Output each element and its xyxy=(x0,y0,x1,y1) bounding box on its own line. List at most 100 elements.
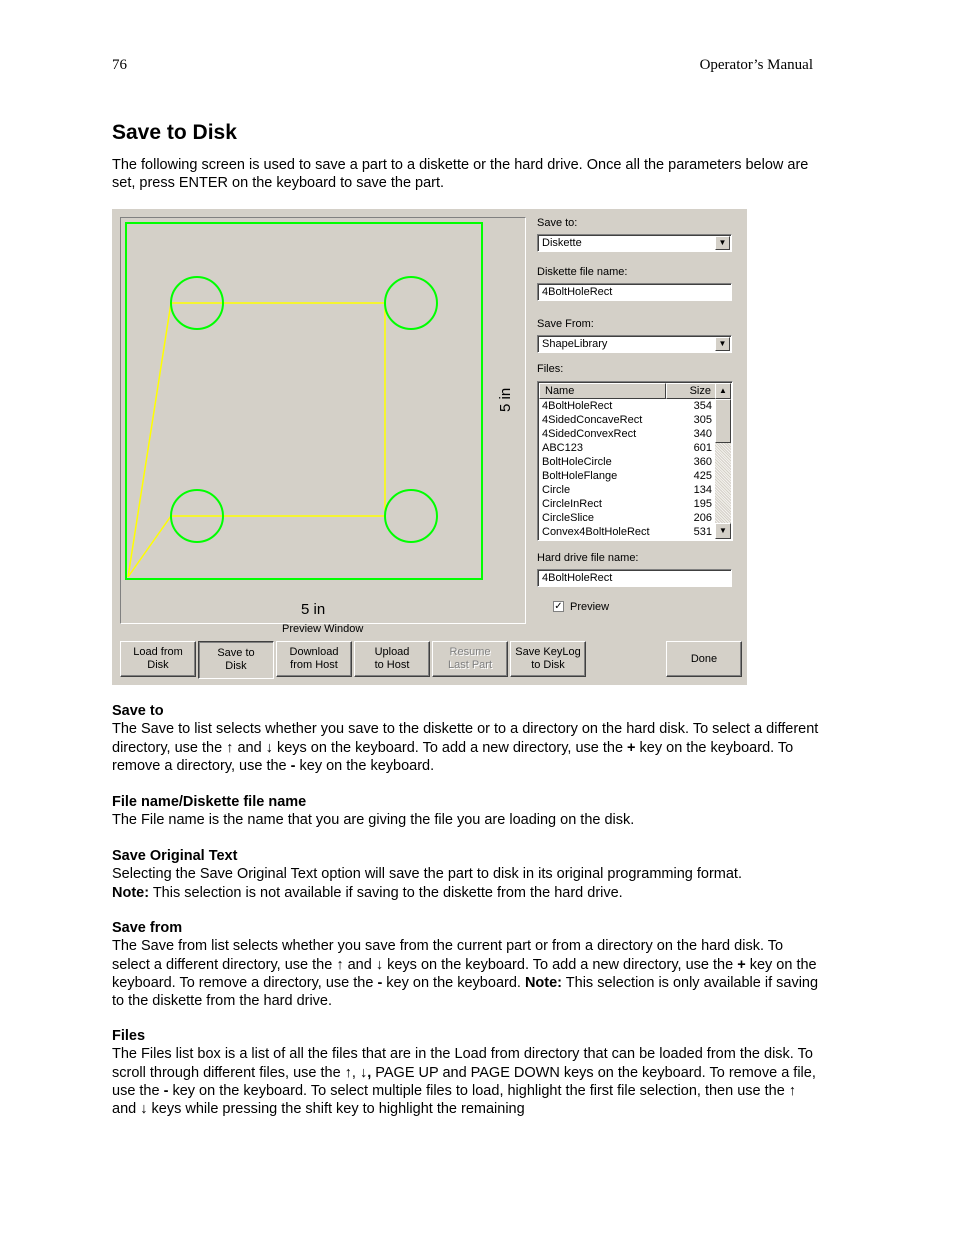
plus-key: + xyxy=(737,956,746,973)
width-dimension-label: 5 in xyxy=(301,601,326,618)
save-keylog-button[interactable]: Save KeyLog to Disk xyxy=(510,641,586,677)
file-name: BoltHoleFlange xyxy=(542,470,618,482)
scroll-thumb[interactable] xyxy=(715,399,731,443)
save-to-disk-screenshot: 5 in 5 in Preview Window Save to: Disket… xyxy=(112,209,747,685)
section-save-to: Save to The Save to list selects whether… xyxy=(112,702,824,775)
btn-line: from Host xyxy=(290,659,338,671)
file-row[interactable]: BoltHoleFlange 425 xyxy=(542,469,714,483)
file-size: 134 xyxy=(693,484,712,496)
file-size: 195 xyxy=(693,498,712,510)
diskette-file-label: Diskette file name: xyxy=(537,266,628,278)
file-row[interactable]: CircleSlice 206 xyxy=(542,511,714,525)
resume-last-part-button[interactable]: Resume Last Part xyxy=(432,641,508,677)
btn-line: Disk xyxy=(147,659,169,671)
chevron-down-icon[interactable]: ▼ xyxy=(715,236,730,250)
body-text: The Save from list selects whether you s… xyxy=(112,938,784,973)
section-save-from: Save from The Save from list selects whe… xyxy=(112,919,824,1010)
save-to-label: Save to: xyxy=(537,217,578,229)
preview-window: 5 in 5 in xyxy=(120,217,526,624)
files-scrollbar[interactable]: ▲ ▼ xyxy=(715,383,731,539)
files-label: Files: xyxy=(537,363,564,375)
column-header-size[interactable]: Size xyxy=(666,383,716,399)
preview-checkbox[interactable]: ✓ xyxy=(553,601,564,612)
btn-line: Download xyxy=(289,646,339,658)
chevron-down-icon[interactable]: ▼ xyxy=(715,337,730,351)
hard-drive-file-value: 4BoltHoleRect xyxy=(542,572,613,584)
file-row[interactable]: Circle 134 xyxy=(542,483,714,497)
diskette-file-input[interactable]: 4BoltHoleRect xyxy=(537,283,732,301)
save-from-select[interactable]: ShapeLibrary ▼ xyxy=(537,335,732,353)
body-text: key on the keyboard. xyxy=(382,974,525,991)
section-heading: Save from xyxy=(112,920,183,936)
btn-line: Upload xyxy=(374,646,410,658)
file-name: 4SidedConcaveRect xyxy=(542,414,643,426)
body-text: key on the keyboard. xyxy=(295,757,435,774)
hard-drive-file-label: Hard drive file name: xyxy=(537,552,639,564)
scroll-up-icon[interactable]: ▲ xyxy=(715,383,731,399)
section-file-name: File name/Diskette file name The File na… xyxy=(112,793,824,830)
file-size: 360 xyxy=(693,456,712,468)
btn-line: Load from xyxy=(133,646,183,658)
section-body: Selecting the Save Original Text option … xyxy=(112,865,824,902)
btn-line: to Host xyxy=(374,659,410,671)
save-to-value: Diskette xyxy=(542,237,582,249)
body-text: This selection is not available if savin… xyxy=(149,884,623,901)
load-from-disk-button[interactable]: Load from Disk xyxy=(120,641,196,677)
section-files: Files The Files list box is a list of al… xyxy=(112,1027,824,1118)
btn-line: Save KeyLog xyxy=(515,646,581,658)
file-name: 4SidedConvexRect xyxy=(542,428,637,440)
section-save-original-text: Save Original Text Selecting the Save Or… xyxy=(112,847,824,902)
done-button[interactable]: Done xyxy=(666,641,742,677)
btn-line: Done xyxy=(690,652,718,665)
btn-line: Disk xyxy=(225,660,247,672)
down-key: ↓, xyxy=(359,1064,372,1081)
hard-drive-file-input[interactable]: 4BoltHoleRect xyxy=(537,569,732,587)
diskette-file-value: 4BoltHoleRect xyxy=(542,286,613,298)
file-row[interactable]: CircleInRect 195 xyxy=(542,497,714,511)
part-outline xyxy=(125,222,483,580)
file-row[interactable]: 4SidedConvexRect 340 xyxy=(542,427,714,441)
file-row[interactable]: Convex4BoltHoleRect 531 xyxy=(542,525,714,539)
scroll-down-icon[interactable]: ▼ xyxy=(715,523,731,539)
file-size: 305 xyxy=(693,414,712,426)
file-row[interactable]: 4BoltHoleRect 354 xyxy=(542,399,714,413)
section-body: The File name is the name that you are g… xyxy=(112,812,635,829)
save-to-select[interactable]: Diskette ▼ xyxy=(537,234,732,252)
note-label: Note: xyxy=(112,884,150,901)
bolt-hole xyxy=(384,276,438,330)
file-row[interactable]: ABC123 601 xyxy=(542,441,714,455)
files-listbox[interactable]: Name Size 4BoltHoleRect 354 4SidedConcave… xyxy=(537,381,733,541)
preview-window-caption: Preview Window xyxy=(282,623,364,635)
file-size: 340 xyxy=(693,428,712,440)
note-label: Note: xyxy=(524,974,563,991)
save-to-disk-button[interactable]: Save to Disk xyxy=(198,641,274,679)
btn-line: Save to xyxy=(217,647,255,659)
save-from-value: ShapeLibrary xyxy=(542,338,608,350)
bolt-hole xyxy=(384,489,438,543)
save-from-label: Save From: xyxy=(537,318,594,330)
file-name: Circle xyxy=(542,484,571,496)
section-heading: Save Original Text xyxy=(112,848,238,864)
manual-title: Operator’s Manual xyxy=(699,57,813,73)
page-number: 76 xyxy=(112,57,127,73)
file-name: Convex4BoltHoleRect xyxy=(542,526,650,538)
btn-line: to Disk xyxy=(531,659,565,671)
preview-checkbox-label: Preview xyxy=(570,601,610,613)
body-text: key on the keyboard. To select multiple … xyxy=(112,1082,797,1118)
btn-line: Resume xyxy=(449,646,491,658)
file-size: 206 xyxy=(693,512,712,524)
file-name: ABC123 xyxy=(542,442,583,454)
file-row[interactable]: BoltHoleCircle 360 xyxy=(542,455,714,469)
file-size: 425 xyxy=(693,470,712,482)
btn-line: Last Part xyxy=(447,659,493,671)
height-dimension-label: 5 in xyxy=(497,387,514,412)
file-name: CircleInRect xyxy=(542,498,602,510)
file-name: CircleSlice xyxy=(542,512,594,524)
file-row[interactable]: 4SidedConcaveRect 305 xyxy=(542,413,714,427)
column-header-name[interactable]: Name xyxy=(539,383,666,399)
page-title: Save to Disk xyxy=(112,121,237,144)
file-size: 354 xyxy=(693,400,712,412)
download-from-host-button[interactable]: Download from Host xyxy=(276,641,352,677)
file-size: 531 xyxy=(693,526,712,538)
upload-to-host-button[interactable]: Upload to Host xyxy=(354,641,430,677)
